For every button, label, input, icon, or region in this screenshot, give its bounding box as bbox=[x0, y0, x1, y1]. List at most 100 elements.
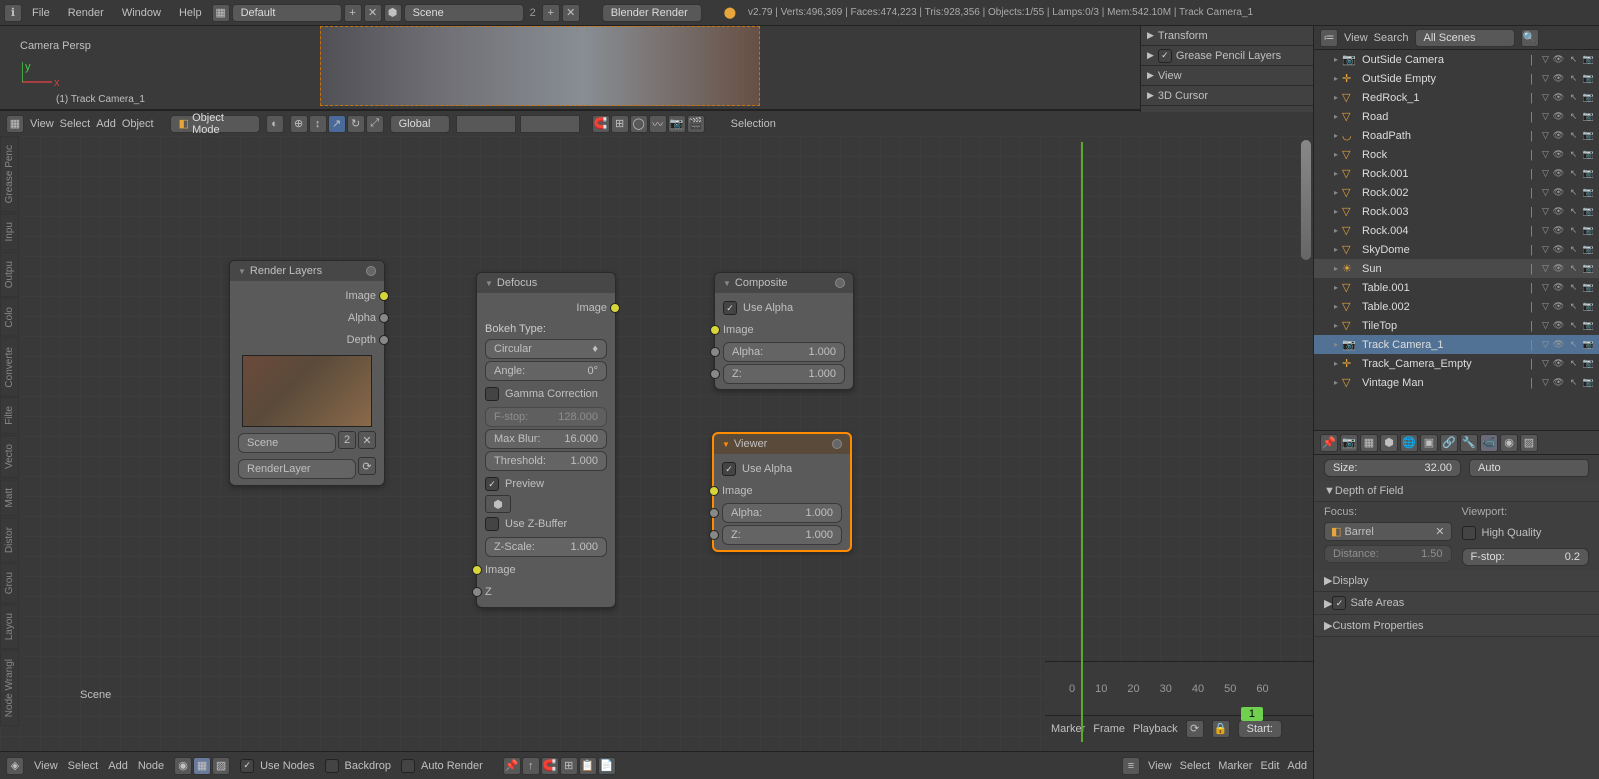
cursor-icon[interactable]: ↖ bbox=[1567, 281, 1580, 294]
copy-icon[interactable]: 📋 bbox=[579, 757, 597, 775]
node-composite[interactable]: ▼Composite Use Alpha Image Alpha:1.000 Z… bbox=[714, 272, 854, 390]
render-icon[interactable]: 📷 bbox=[1582, 110, 1595, 123]
threshold-field[interactable]: Threshold:1.000 bbox=[485, 451, 607, 471]
shader-tree-icon[interactable]: ◉ bbox=[174, 757, 192, 775]
render-icon[interactable]: 📷 bbox=[1582, 338, 1595, 351]
node-header[interactable]: ▼Composite bbox=[715, 273, 853, 293]
z-field[interactable]: Z:1.000 bbox=[723, 364, 845, 384]
vert-tab[interactable]: Filte bbox=[0, 397, 19, 434]
render-icon[interactable]: 📷 bbox=[1582, 167, 1595, 180]
orientation-dropdown[interactable]: Global bbox=[390, 115, 450, 133]
usealpha-check[interactable]: Use Alpha bbox=[722, 458, 842, 480]
socket-out[interactable] bbox=[379, 335, 389, 345]
z-field[interactable]: Z:1.000 bbox=[722, 525, 842, 545]
scene-tab-icon[interactable]: ⬢ bbox=[1380, 434, 1398, 452]
render-icon[interactable]: 📷 bbox=[1582, 186, 1595, 199]
cursor-icon[interactable]: ↖ bbox=[1567, 53, 1580, 66]
render-icon[interactable]: 📷 bbox=[1582, 300, 1595, 313]
backdrop-check[interactable]: Backdrop bbox=[325, 755, 391, 777]
fstop-field[interactable]: F-stop:0.2 bbox=[1462, 548, 1590, 566]
delete-layout-icon[interactable]: ✕ bbox=[364, 4, 382, 22]
socket-in[interactable] bbox=[710, 325, 720, 335]
cursor-icon[interactable]: ↖ bbox=[1567, 243, 1580, 256]
usealpha-check[interactable]: Use Alpha bbox=[723, 297, 845, 319]
outliner-item[interactable]: ▸▽RedRock_1|▽👁↖📷 bbox=[1314, 88, 1599, 107]
hq-check[interactable]: High Quality bbox=[1462, 522, 1590, 544]
angle-field[interactable]: Angle:0° bbox=[485, 361, 607, 381]
alpha-field[interactable]: Alpha:1.000 bbox=[722, 503, 842, 523]
snap-type-icon[interactable]: ⊞ bbox=[560, 757, 578, 775]
timeline-ruler[interactable]: 0102030405060 bbox=[1045, 661, 1313, 715]
menu-help[interactable]: Help bbox=[171, 3, 210, 23]
outliner-item[interactable]: ▸▽Table.002|▽👁↖📷 bbox=[1314, 297, 1599, 316]
vh-view[interactable]: View bbox=[30, 118, 54, 130]
editor-type-node-icon[interactable]: ◈ bbox=[6, 757, 24, 775]
socket-in[interactable] bbox=[710, 347, 720, 357]
outliner-item[interactable]: ▸✛Track_Camera_Empty|▽👁↖📷 bbox=[1314, 354, 1599, 373]
outliner-item[interactable]: ▸▽Rock|▽👁↖📷 bbox=[1314, 145, 1599, 164]
outliner-item[interactable]: ▸▽TileTop|▽👁↖📷 bbox=[1314, 316, 1599, 335]
lock-icon[interactable]: 🔒 bbox=[1212, 720, 1230, 738]
layers-grid[interactable] bbox=[456, 115, 580, 133]
size-field[interactable]: Size:32.00 bbox=[1324, 459, 1461, 477]
render-icon[interactable]: 📷 bbox=[1582, 376, 1595, 389]
eye-icon[interactable]: 👁 bbox=[1552, 281, 1565, 294]
zbuffer-check[interactable]: Use Z-Buffer bbox=[485, 513, 607, 535]
world-tab-icon[interactable]: 🌐 bbox=[1400, 434, 1418, 452]
gamma-check[interactable]: Gamma Correction bbox=[485, 383, 607, 405]
cursor-icon[interactable]: ↖ bbox=[1567, 338, 1580, 351]
scrollbar[interactable] bbox=[1301, 140, 1311, 260]
refresh-icon[interactable]: ⟳ bbox=[358, 457, 376, 475]
prop-type-icon[interactable]: 〰 bbox=[649, 115, 667, 133]
movie-icon[interactable]: 🎬 bbox=[687, 115, 705, 133]
socket-in[interactable] bbox=[472, 565, 482, 575]
vert-tab[interactable]: Node Wrangl bbox=[0, 650, 19, 726]
cursor-icon[interactable]: ↖ bbox=[1567, 186, 1580, 199]
scene-field[interactable]: Scene bbox=[238, 433, 336, 453]
paste-icon[interactable]: 📄 bbox=[598, 757, 616, 775]
zscale-field[interactable]: Z-Scale:1.000 bbox=[485, 537, 607, 557]
preview-dot-icon[interactable] bbox=[366, 266, 376, 276]
scene-dropdown[interactable]: Scene bbox=[404, 4, 524, 22]
render-engine-dropdown[interactable]: Blender Render bbox=[602, 4, 702, 22]
bokeh-dropdown[interactable]: Circular♦ bbox=[485, 339, 607, 359]
vert-tab[interactable]: Distor bbox=[0, 518, 19, 562]
vert-tab[interactable]: Grou bbox=[0, 563, 19, 603]
preview-dot-icon[interactable] bbox=[832, 439, 842, 449]
socket-out[interactable] bbox=[379, 313, 389, 323]
auto-dropdown[interactable]: Auto bbox=[1469, 459, 1589, 477]
dopesheet-icon[interactable]: ≡ bbox=[1122, 757, 1140, 775]
snap-type-icon[interactable]: ⊞ bbox=[611, 115, 629, 133]
outliner-item[interactable]: ▸✛OutSide Empty|▽👁↖📷 bbox=[1314, 69, 1599, 88]
vert-tab[interactable]: Inpu bbox=[0, 213, 19, 250]
menu-file[interactable]: File bbox=[24, 3, 58, 23]
render-icon[interactable]: 📷 bbox=[1582, 129, 1595, 142]
eye-icon[interactable]: 👁 bbox=[1552, 376, 1565, 389]
tb-view[interactable]: View bbox=[1148, 760, 1172, 772]
sync-icon[interactable]: ⟳ bbox=[1186, 720, 1204, 738]
cursor-icon[interactable]: ↖ bbox=[1567, 357, 1580, 370]
eye-icon[interactable]: 👁 bbox=[1552, 319, 1565, 332]
render-tab-icon[interactable]: 📷 bbox=[1340, 434, 1358, 452]
outliner-search[interactable]: Search bbox=[1374, 32, 1409, 44]
pin-icon[interactable]: 📌 bbox=[1320, 434, 1338, 452]
maxblur-field[interactable]: Max Blur:16.000 bbox=[485, 429, 607, 449]
cursor-icon[interactable]: ↖ bbox=[1567, 376, 1580, 389]
render-icon[interactable]: 📷 bbox=[1582, 91, 1595, 104]
eye-icon[interactable]: 👁 bbox=[1552, 72, 1565, 85]
preview-check[interactable]: Preview bbox=[485, 473, 607, 495]
node-viewer[interactable]: ▼Viewer Use Alpha Image Alpha:1.000 Z:1.… bbox=[712, 432, 852, 552]
rotate-icon[interactable]: ↻ bbox=[347, 115, 365, 133]
scale-icon[interactable]: ⤢ bbox=[366, 115, 384, 133]
delete-scene-icon[interactable]: ✕ bbox=[562, 4, 580, 22]
vert-tab[interactable]: Layou bbox=[0, 604, 19, 649]
safeareas-header[interactable]: ▶ Safe Areas bbox=[1314, 592, 1599, 615]
tl-frame[interactable]: Frame bbox=[1093, 723, 1125, 735]
tl-playback[interactable]: Playback bbox=[1133, 723, 1178, 735]
outliner-item[interactable]: ▸▽Vintage Man|▽👁↖📷 bbox=[1314, 373, 1599, 392]
outliner-item[interactable]: ▸▽Rock.003|▽👁↖📷 bbox=[1314, 202, 1599, 221]
node-editor[interactable]: Grease PencInpuOutpuColoConverteFilteVec… bbox=[0, 136, 1313, 751]
vert-tab[interactable]: Vecto bbox=[0, 435, 19, 478]
cursor-icon[interactable]: ↖ bbox=[1567, 110, 1580, 123]
node-defocus[interactable]: ▼Defocus Image Bokeh Type: Circular♦ Ang… bbox=[476, 272, 616, 608]
